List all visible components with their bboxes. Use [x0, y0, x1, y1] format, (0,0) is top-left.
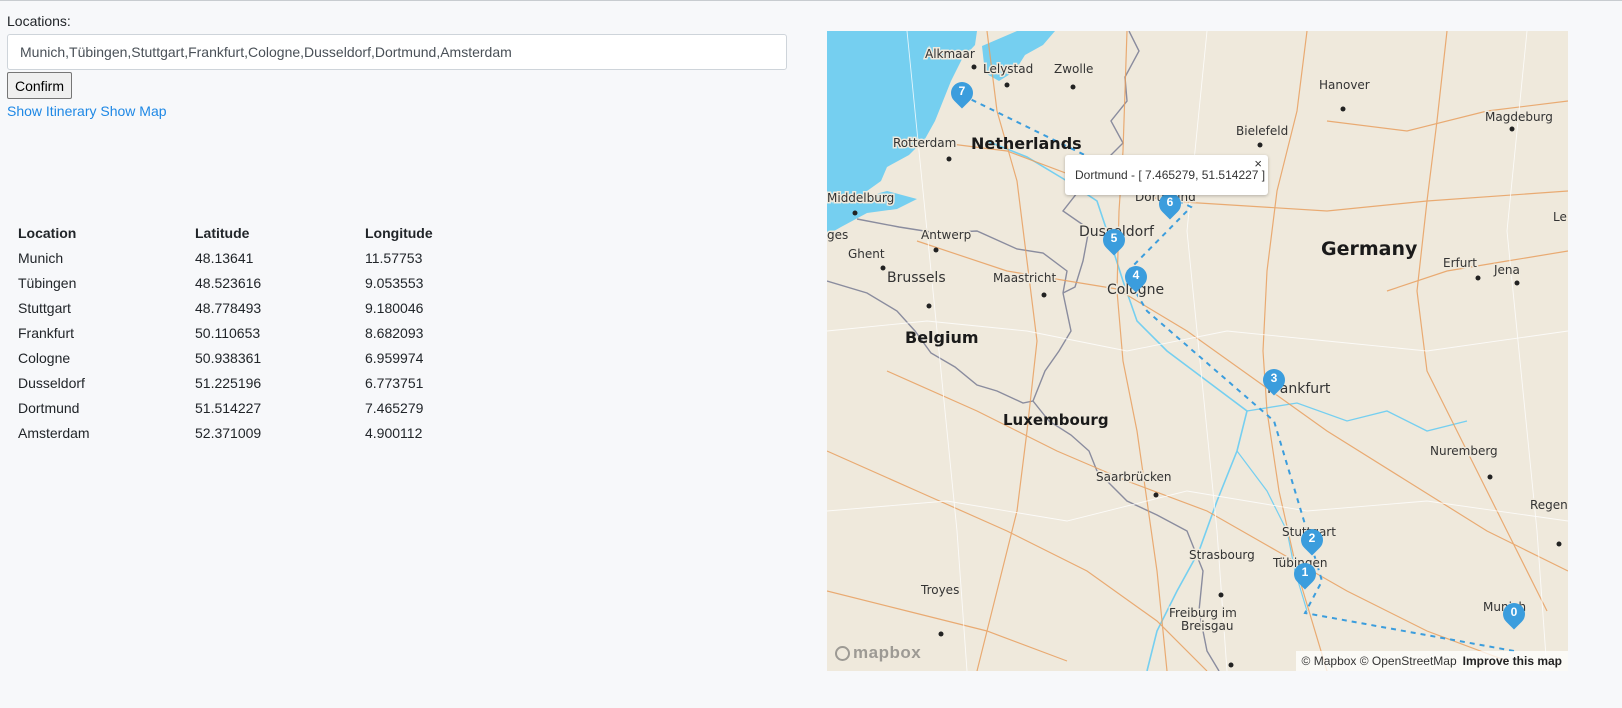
locations-label: Locations:: [7, 13, 71, 29]
show-itinerary-link[interactable]: Show Itinerary: [7, 103, 96, 119]
cell-location: Amsterdam: [18, 424, 90, 441]
mapbox-logo-text: mapbox: [853, 643, 922, 662]
cell-location: Frankfurt: [18, 324, 75, 341]
cell-latitude: 52.371009: [195, 424, 262, 441]
cell-location: Dusseldorf: [18, 374, 85, 391]
city-label: Middelburg: [827, 191, 894, 205]
locations-input[interactable]: [7, 34, 787, 70]
close-icon[interactable]: ×: [1254, 156, 1262, 171]
route-marker[interactable]: 1: [1289, 558, 1321, 593]
city-label: Rotterdam: [893, 136, 956, 150]
cell-location: Tübingen: [18, 274, 77, 291]
route-marker[interactable]: 2: [1296, 524, 1328, 559]
route-marker[interactable]: 7: [946, 77, 978, 112]
country-label: Belgium: [905, 328, 979, 347]
cell-latitude: 48.523616: [195, 274, 262, 291]
route-marker[interactable]: 0: [1498, 598, 1530, 633]
cell-location: Dortmund: [18, 399, 80, 416]
table-row: Amsterdam 52.371009 4.900112: [18, 420, 485, 445]
city-label: Hanover: [1319, 78, 1370, 92]
table-row: Cologne 50.938361 6.959974: [18, 345, 485, 370]
route-marker[interactable]: 3: [1258, 364, 1290, 399]
city-label: Erfurt: [1443, 256, 1477, 270]
cell-longitude: 9.180046: [365, 299, 424, 316]
table-row: Stuttgart 48.778493 9.180046: [18, 295, 485, 320]
table-row: Dusseldorf 51.225196 6.773751: [18, 370, 485, 395]
cell-longitude: 11.57753: [365, 249, 423, 266]
location-popup: Dortmund - [ 7.465279, 51.514227 ] ×: [1065, 155, 1268, 195]
table-row: Tübingen 48.523616 9.053553: [18, 270, 485, 295]
locations-form: Locations: Confirm Show Itinerary Show M…: [7, 13, 787, 119]
city-label: Antwerp: [921, 228, 971, 242]
city-label: Freiburg im: [1169, 606, 1237, 620]
map-canvas: Netherlands Germany Belgium Luxembourg A…: [827, 31, 1568, 671]
country-label: Netherlands: [971, 134, 1082, 153]
city-label: Troyes: [920, 583, 959, 597]
cell-latitude: 50.110653: [195, 324, 261, 341]
header-latitude: Latitude: [195, 225, 250, 241]
improve-map-link[interactable]: Improve this map: [1463, 654, 1562, 668]
city-label: Magdeburg: [1485, 110, 1553, 124]
cell-longitude: 7.465279: [365, 399, 424, 416]
city-label: Lelystad: [983, 62, 1033, 76]
country-label: Luxembourg: [1003, 411, 1109, 429]
city-label: Bielefeld: [1236, 124, 1288, 138]
cell-location: Stuttgart: [18, 299, 71, 316]
cell-latitude: 48.778493: [195, 299, 262, 316]
view-links: Show Itinerary Show Map: [7, 103, 787, 119]
table-row: Frankfurt 50.110653 8.682093: [18, 320, 485, 345]
city-label: Zwolle: [1054, 62, 1093, 76]
cell-latitude: 50.938361: [195, 349, 262, 366]
city-label: Strasbourg: [1189, 548, 1255, 562]
map-attribution: © Mapbox © OpenStreetMap Improve this map: [1295, 651, 1568, 671]
city-label: ges: [827, 228, 848, 242]
route-marker[interactable]: 5: [1098, 224, 1130, 259]
city-label: Nuremberg: [1430, 444, 1498, 458]
cell-latitude: 51.225196: [195, 374, 262, 391]
cell-longitude: 6.959974: [365, 349, 424, 366]
table-header-row: Location Latitude Longitude: [18, 221, 485, 245]
cell-longitude: 9.053553: [365, 274, 424, 291]
route-map[interactable]: Netherlands Germany Belgium Luxembourg A…: [827, 31, 1568, 671]
attribution-text[interactable]: © Mapbox © OpenStreetMap: [1302, 654, 1457, 668]
table-row: Munich 48.13641 11.57753: [18, 245, 485, 270]
locations-table: Location Latitude Longitude Munich 48.136…: [18, 221, 485, 445]
route-marker[interactable]: 4: [1120, 261, 1152, 296]
show-map-link[interactable]: Show Map: [100, 103, 166, 119]
city-label: Regensbu: [1530, 498, 1568, 512]
city-label: Alkmaar: [925, 47, 975, 61]
mapbox-logo[interactable]: mapbox: [835, 643, 921, 663]
cell-longitude: 6.773751: [365, 374, 424, 391]
country-label: Germany: [1321, 238, 1418, 260]
city-label: Breisgau: [1181, 619, 1233, 633]
header-longitude: Longitude: [365, 225, 433, 241]
confirm-button[interactable]: Confirm: [7, 72, 73, 99]
mapbox-logo-icon: [835, 646, 850, 661]
cell-latitude: 51.514227: [195, 399, 262, 416]
route-marker[interactable]: 6: [1154, 188, 1186, 223]
city-label: Ghent: [848, 247, 885, 261]
city-label: Brussels: [887, 270, 946, 286]
cell-longitude: 8.682093: [365, 324, 424, 341]
city-label: Maastricht: [993, 271, 1056, 285]
header-location: Location: [18, 225, 77, 241]
cell-latitude: 48.13641: [195, 249, 254, 266]
cell-longitude: 4.900112: [365, 424, 423, 441]
city-label: Jena: [1493, 263, 1520, 277]
popup-text: Dortmund - [ 7.465279, 51.514227 ]: [1075, 168, 1266, 182]
cell-location: Cologne: [18, 349, 71, 366]
city-label: Lei: [1553, 210, 1568, 224]
cell-location: Munich: [18, 249, 64, 266]
table-row: Dortmund 51.514227 7.465279: [18, 395, 485, 420]
city-label: Saarbrücken: [1096, 470, 1172, 484]
